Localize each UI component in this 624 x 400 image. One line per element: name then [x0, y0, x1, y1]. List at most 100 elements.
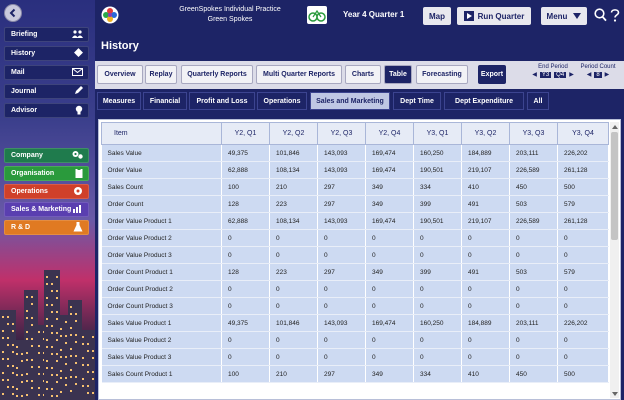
value-cell: 0: [413, 246, 462, 264]
skyline-window: [60, 335, 62, 337]
skyline-window: [51, 325, 53, 327]
value-cell: 0: [509, 348, 558, 366]
subtab-operations[interactable]: Operations: [257, 92, 307, 110]
value-cell: 500: [557, 178, 609, 196]
scroll-down-icon[interactable]: [610, 389, 619, 398]
subtab-dept-time[interactable]: Dept Time: [393, 92, 441, 110]
value-cell: 101,846: [269, 144, 318, 162]
tab-quarterly-reports[interactable]: Quarterly Reports: [181, 65, 253, 84]
sidebar-item-journal[interactable]: Journal: [4, 84, 89, 99]
search-icon[interactable]: [594, 8, 607, 22]
sidebar-item-history[interactable]: History: [4, 46, 89, 61]
skyline-window: [46, 297, 48, 299]
arrow-left-icon[interactable]: ◀: [587, 71, 592, 78]
column-header[interactable]: Y2, Q1: [221, 122, 270, 145]
sidebar-item-briefing[interactable]: Briefing: [4, 27, 89, 42]
sidebar-item-advisor[interactable]: Advisor: [4, 103, 89, 118]
row-label-cell: Order Value Product 2: [101, 229, 222, 247]
chevron-down-icon: [573, 13, 582, 19]
value-cell: 226,202: [557, 314, 609, 332]
scrollbar-thumb[interactable]: [611, 132, 618, 240]
column-header[interactable]: Y2, Q4: [365, 122, 414, 145]
back-button[interactable]: [4, 4, 22, 22]
value-cell: 297: [317, 263, 366, 281]
value-cell: 0: [221, 229, 270, 247]
subtab-measures[interactable]: Measures: [97, 92, 141, 110]
subtab-sales-and-marketing[interactable]: Sales and Marketing: [310, 92, 390, 110]
column-header[interactable]: Y3, Q4: [557, 122, 609, 145]
arrow-left-icon[interactable]: ◀: [532, 71, 537, 78]
column-header[interactable]: Y2, Q3: [317, 122, 366, 145]
table-row: Order Count Product 300000000: [101, 297, 609, 315]
value-cell: 203,111: [509, 314, 558, 332]
sidebar-item-company[interactable]: Company: [4, 148, 89, 163]
skyline-window: [16, 353, 18, 355]
skyline-window: [16, 367, 18, 369]
skyline-window: [31, 303, 33, 305]
value-cell: 0: [413, 229, 462, 247]
column-header[interactable]: Y3, Q3: [509, 122, 558, 145]
column-header[interactable]: Y2, Q2: [269, 122, 318, 145]
skyline-window: [38, 387, 40, 389]
column-header[interactable]: Y3, Q1: [413, 122, 462, 145]
skyline-window: [2, 393, 4, 395]
subtab-all[interactable]: All: [527, 92, 549, 110]
sidebar-item-sales-and-marketing[interactable]: Sales & Marketing: [4, 202, 89, 217]
value-cell: 491: [461, 195, 510, 213]
table-row: Sales Count Product 1 100 210 297 349 334 410 4…: [101, 365, 609, 383]
row-label-cell: Sales Value Product 2: [101, 331, 222, 349]
tab-replay[interactable]: Replay: [145, 65, 177, 84]
skyline-window: [65, 335, 67, 337]
end-period-year: Y3: [539, 71, 552, 78]
history-table-panel: Item Y2, Q1 Y2, Q2 Y2, Q3 Y2, Q4 Y3, Q1 Y3, Q2…: [98, 119, 621, 400]
run-quarter-button[interactable]: Run Quarter: [457, 7, 531, 25]
map-button[interactable]: Map: [423, 7, 451, 25]
arrow-right-icon[interactable]: ▶: [605, 71, 610, 78]
value-cell: 0: [509, 246, 558, 264]
scroll-up-icon[interactable]: [610, 122, 619, 131]
column-header[interactable]: Item: [101, 122, 222, 145]
sidebar-item-mail[interactable]: Mail: [4, 65, 89, 80]
skyline-window: [60, 377, 62, 379]
help-icon[interactable]: [609, 8, 621, 22]
tab-forecasting[interactable]: Forecasting: [416, 65, 468, 84]
flask-icon: [73, 221, 83, 234]
value-cell: 226,589: [509, 161, 558, 179]
value-cell: 0: [509, 297, 558, 315]
value-cell: 579: [557, 263, 609, 281]
subtab-profit-and-loss[interactable]: Profit and Loss: [189, 92, 255, 110]
value-cell: 0: [365, 331, 414, 349]
export-button[interactable]: Export: [478, 65, 506, 84]
row-label-cell: Order Count: [101, 195, 222, 213]
skyline-window: [60, 370, 62, 372]
sidebar-item-r-and-d[interactable]: R & D: [4, 220, 89, 235]
tab-overview[interactable]: Overview: [97, 65, 143, 84]
tab-table[interactable]: Table: [384, 65, 412, 84]
tab-multi-quarter-reports[interactable]: Multi Quarter Reports: [256, 65, 342, 84]
table-row: Sales Value 49,375 101,846 143,093 169,474 16…: [101, 144, 609, 162]
skyline-window: [38, 345, 40, 347]
arrow-right-icon[interactable]: ▶: [569, 71, 574, 78]
table-row: Sales Value Product 1 49,375 101,846 143,09…: [101, 314, 609, 332]
value-cell: 579: [557, 195, 609, 213]
value-cell: 0: [461, 229, 510, 247]
subtab-financial[interactable]: Financial: [143, 92, 187, 110]
end-period-selector[interactable]: End Period ◀ Y3 Q4 ▶: [532, 64, 574, 78]
sidebar-item-operations[interactable]: Operations: [4, 184, 89, 199]
sidebar-item-organisation[interactable]: Organisation: [4, 166, 89, 181]
value-cell: 0: [221, 280, 270, 298]
tab-charts[interactable]: Charts: [345, 65, 381, 84]
value-cell: 0: [365, 246, 414, 264]
table-row: Sales Count 100 210 297 349 334 410 450 500: [101, 178, 609, 196]
column-header[interactable]: Y3, Q2: [461, 122, 510, 145]
skyline-window: [46, 346, 48, 348]
skyline-window: [46, 367, 48, 369]
value-cell: 0: [269, 348, 318, 366]
vertical-scrollbar[interactable]: [610, 122, 619, 398]
menu-button[interactable]: Menu: [541, 7, 587, 25]
value-cell: 297: [317, 365, 366, 383]
value-cell: 0: [557, 297, 609, 315]
value-cell: 500: [557, 365, 609, 383]
period-count-selector[interactable]: Period Count ◀ 8 ▶: [578, 64, 618, 78]
subtab-dept-expenditure[interactable]: Dept Expenditure: [444, 92, 524, 110]
